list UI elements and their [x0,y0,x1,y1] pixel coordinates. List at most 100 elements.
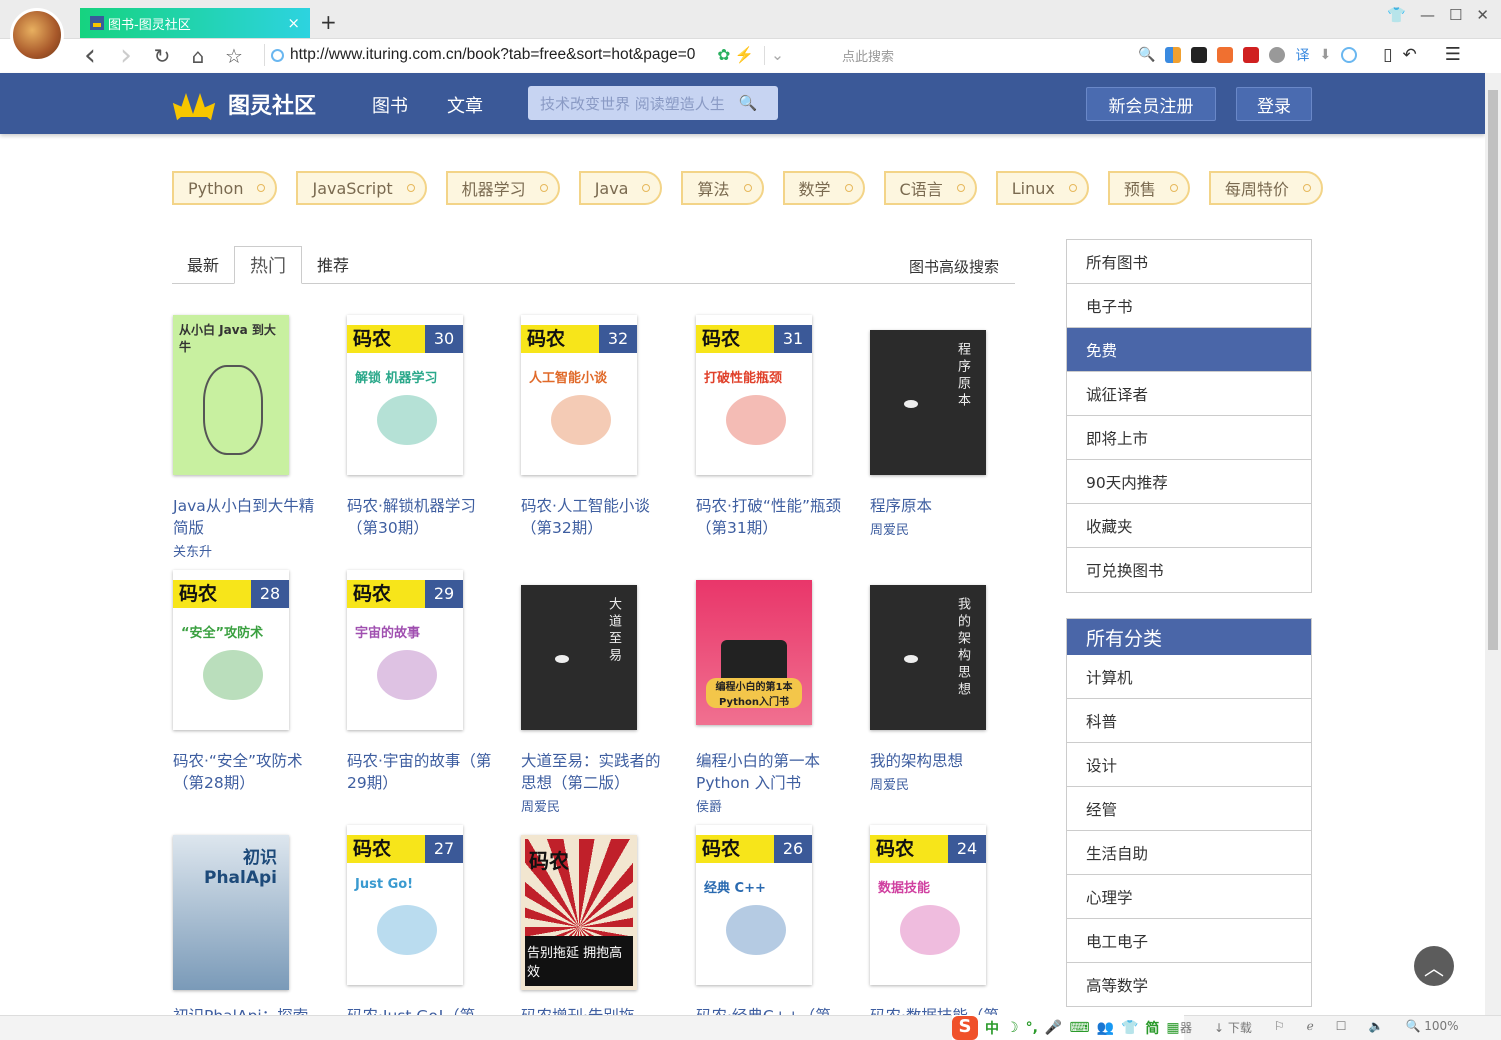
skin-icon[interactable]: 👕 [1121,1020,1138,1036]
book-title[interactable]: Java从小白到大牛精简版 [173,495,323,539]
back-to-top-button[interactable]: ︿ [1414,946,1454,986]
reload-button[interactable]: ↻ [144,44,180,68]
deal-icon[interactable] [1217,46,1234,63]
tag-3[interactable]: Java [578,171,663,205]
ie-icon[interactable]: ℯ [1307,1019,1314,1036]
book-author[interactable]: 周爱民 [521,796,681,815]
book-card[interactable]: 码农 30 解锁 机器学习 码农·解锁机器学习（第30期） [347,315,507,539]
book-cover[interactable]: 码农 31 打破性能瓶颈 [696,315,856,475]
book-card[interactable]: 编程小白的第1本 Python入门书编程小白的第一本 Python 入门书侯爵 [696,570,856,815]
tab-hot[interactable]: 热门 [234,246,303,284]
keyboard-icon[interactable]: ⌨ [1069,1020,1089,1036]
book-title[interactable]: 我的架构思想 [870,750,1020,772]
tag-7[interactable]: Linux [995,171,1089,205]
book-author[interactable]: 关东升 [173,541,333,560]
skin-icon[interactable]: 👕 [1387,6,1406,24]
browser-search-input[interactable]: 点此搜索 [842,46,894,65]
punctuation-icon[interactable]: °, [1026,1020,1038,1036]
category-item[interactable]: 科普 [1067,699,1311,743]
category-item[interactable]: 高等数学 [1067,963,1311,1007]
sogou-logo-icon[interactable]: S [952,1015,978,1040]
maximize-icon[interactable]: ☐ [1449,6,1462,24]
browser-tab[interactable]: 图书-图灵社区 × [80,8,310,38]
tag-4[interactable]: 算法 [681,171,764,205]
book-cover[interactable]: 码农 告别拖延 拥抱高效 [521,835,681,990]
book-cover[interactable]: 码农 26 经典 C++ [696,825,856,985]
minimize-icon[interactable]: — [1420,6,1435,24]
book-card[interactable]: 码农 29 宇宙的故事 码农·宇宙的故事（第29期） [347,570,507,794]
tag-1[interactable]: JavaScript [296,171,427,205]
book-card[interactable]: 码农27Just Go!码农·Just Go!（第 [347,825,507,1027]
book-card[interactable]: 初识 PhalApi初识PhalApi：探索 [173,825,333,1027]
scrollbar-thumb[interactable] [1488,90,1498,650]
book-cover[interactable]: 初识 PhalApi [173,835,333,990]
book-card[interactable]: 码农 28 “安全”攻防术码农·“安全”攻防术（第28期） [173,570,333,794]
login-button[interactable]: 登录 [1236,87,1312,121]
book-title[interactable]: 程序原本 [870,495,1020,517]
site-search-input[interactable]: 技术改变世界 阅读塑造人生 🔍 [528,86,778,120]
book-author[interactable]: 周爱民 [870,774,1030,793]
book-card[interactable]: 程序原本 程序原本 周爱民 [870,315,1030,538]
filter-item[interactable]: 90天内推荐 [1067,460,1311,504]
tab-close-icon[interactable]: × [287,14,300,32]
book-card[interactable]: 码农 31 打破性能瓶颈 码农·打破“性能”瓶颈（第31期） [696,315,856,539]
category-item[interactable]: 心理学 [1067,875,1311,919]
filter-item[interactable]: 可兑换图书 [1067,548,1311,592]
user-avatar[interactable] [10,8,64,62]
flag-icon[interactable]: ⚐ [1274,1019,1285,1036]
volume-icon[interactable]: 🔈 [1369,1019,1384,1036]
tab-recommended[interactable]: 推荐 [302,245,364,283]
simplified-icon[interactable]: 简 [1145,1018,1159,1038]
back-button[interactable]: ‹ [72,38,108,73]
filter-item[interactable]: 即将上市 [1067,416,1311,460]
user-icon[interactable]: 👥 [1097,1020,1114,1036]
zoom-icon[interactable]: 🔍 [1405,1019,1420,1033]
category-item[interactable]: 设计 [1067,743,1311,787]
filter-item[interactable]: 诚征译者 [1067,372,1311,416]
category-item[interactable]: 计算机 [1067,655,1311,699]
extension-icon[interactable] [1191,46,1208,63]
nav-books[interactable]: 图书 [372,92,408,118]
book-cover[interactable]: 程序原本 [870,330,1030,475]
filter-item[interactable]: 电子书 [1067,284,1311,328]
menu-icon[interactable]: ☰ [1445,44,1461,65]
book-cover[interactable]: 大道至易 [521,585,681,730]
search-icon[interactable]: 🔍 [1138,47,1155,63]
url-text[interactable]: http://www.ituring.com.cn/book?tab=free&… [290,46,695,64]
zoom-level[interactable]: 100% [1424,1019,1458,1033]
book-author[interactable]: 周爱民 [870,519,1030,538]
book-card[interactable]: 码农 32 人工智能小谈 码农·人工智能小谈（第32期） [521,315,681,539]
book-author[interactable]: 侯爵 [696,796,856,815]
category-item[interactable]: 经管 [1067,787,1311,831]
tag-6[interactable]: C语言 [883,171,977,205]
book-cover[interactable]: 码农 28 “安全”攻防术 [173,570,333,730]
adblock-icon[interactable] [1341,46,1358,63]
download-button[interactable]: ↓ 下载 [1214,1019,1252,1036]
site-logo[interactable]: 图灵社区 [166,88,316,121]
moon-icon[interactable]: ☽ [1006,1020,1019,1036]
tag-5[interactable]: 数学 [782,171,865,205]
notification-icon[interactable] [1269,46,1286,63]
address-bar[interactable]: http://www.ituring.com.cn/book?tab=free&… [264,44,784,66]
book-card[interactable]: 我的架构思想 我的架构思想 周爱民 [870,570,1030,793]
mobile-icon[interactable]: ▯ [1383,45,1392,65]
book-title[interactable]: 码农·“安全”攻防术（第28期） [173,750,323,794]
window-icon[interactable]: ☐ [1336,1019,1347,1036]
book-card[interactable]: 码农24数据技能码农·数据技能（第 [870,825,1030,1027]
book-cover[interactable]: 码农 27 Just Go! [347,825,507,985]
book-card[interactable]: 大道至易 大道至易：实践者的思想（第二版） 周爱民 [521,570,681,815]
book-cover[interactable]: 从小白 Java 到大牛 [173,315,333,475]
speed-icon[interactable]: ✿ ⚡ [717,46,754,65]
book-title[interactable]: 编程小白的第一本 Python 入门书 [696,750,846,794]
book-cover[interactable]: 码农 30 解锁 机器学习 [347,315,507,475]
ime-mode[interactable]: 中 [985,1018,999,1038]
book-cover[interactable]: 我的架构思想 [870,585,1030,730]
grid-icon[interactable]: ▦ [1166,1020,1179,1036]
category-item[interactable]: 生活自助 [1067,831,1311,875]
tag-0[interactable]: Python [172,171,278,205]
close-icon[interactable]: ✕ [1476,6,1489,24]
book-card[interactable]: 码农26经典 C++码农·经典C++（第 [696,825,856,1027]
book-cover[interactable]: 编程小白的第1本 Python入门书 [696,580,856,725]
book-card[interactable]: 码农告别拖延 拥抱高效码农增刊·告别拖 [521,825,681,1027]
dropdown-chevron-icon[interactable]: ⌄ [764,45,784,65]
